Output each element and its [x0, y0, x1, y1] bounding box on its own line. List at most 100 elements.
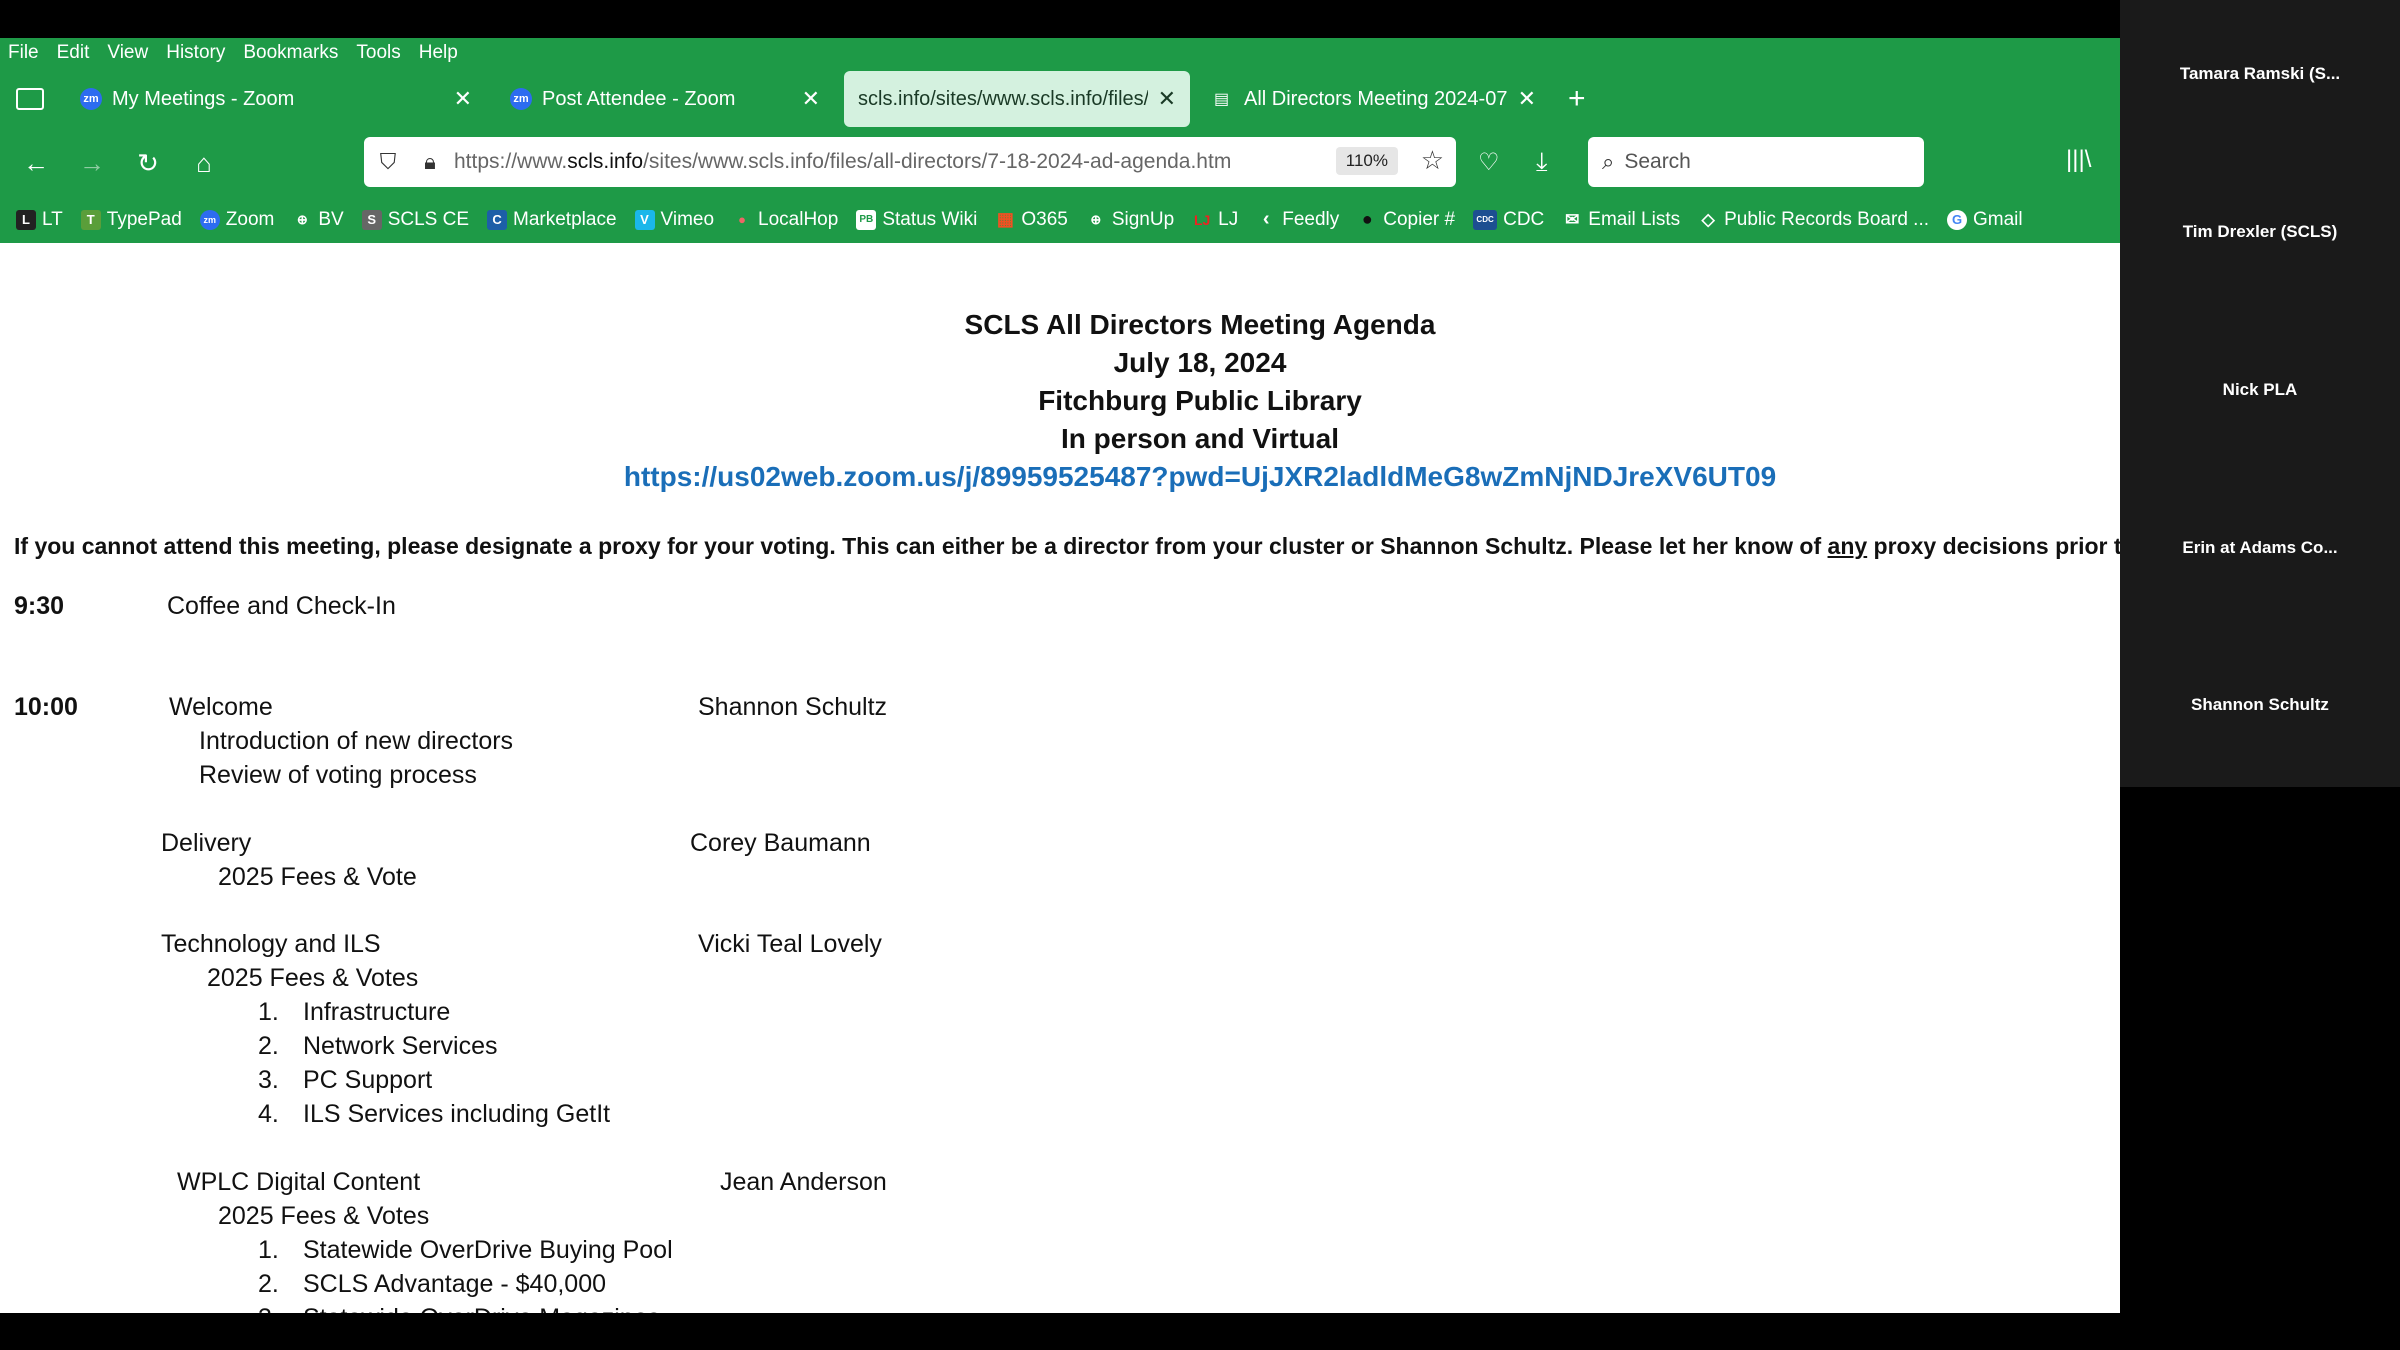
- list-item: PC Support: [303, 1066, 433, 1094]
- presenter-delivery: Corey Baumann: [690, 829, 871, 857]
- tab-post-attendee[interactable]: zm Post Attendee - Zoom ✕: [496, 71, 834, 127]
- home-icon[interactable]: ⌂: [184, 148, 224, 179]
- lt-icon: L: [16, 209, 36, 230]
- bookmark-lt[interactable]: L LT: [16, 209, 63, 231]
- status-wiki-icon: PB: [856, 209, 877, 230]
- menu-file[interactable]: File: [8, 42, 39, 64]
- bookmark-cdc[interactable]: CDC CDC: [1473, 209, 1544, 231]
- download-icon[interactable]: ⤓: [1536, 146, 1548, 178]
- close-icon[interactable]: ✕: [1518, 86, 1536, 112]
- bookmark-signup[interactable]: ⊕ SignUp: [1086, 209, 1174, 231]
- bookmark-public-records[interactable]: ◇ Public Records Board ...: [1698, 209, 1929, 231]
- bookmark-localhop[interactable]: ● LocalHop: [732, 209, 838, 231]
- bookmark-feedly[interactable]: ‹ Feedly: [1256, 208, 1339, 231]
- tab-my-meetings[interactable]: zm My Meetings - Zoom ✕: [66, 71, 486, 127]
- menu-help[interactable]: Help: [419, 42, 458, 64]
- gmail-icon: G: [1947, 209, 1967, 230]
- screen-bottom-border: [0, 1313, 2400, 1350]
- agenda-format: In person and Virtual: [1061, 423, 1339, 454]
- bookmark-typepad[interactable]: T TypePad: [80, 209, 182, 231]
- presenter-wplc: Jean Anderson: [720, 1168, 887, 1196]
- lock-icon[interactable]: 🔒︎: [412, 149, 448, 175]
- agenda-date: July 18, 2024: [1113, 347, 1287, 378]
- zoom-participants-panel: Tamara Ramski (S... Tim Drexler (SCLS) N…: [2120, 0, 2400, 787]
- url-text[interactable]: https://www.scls.info/sites/www.scls.inf…: [454, 150, 1231, 174]
- menu-tools[interactable]: Tools: [356, 42, 400, 64]
- list-number: 1.: [258, 998, 279, 1026]
- menu-edit[interactable]: Edit: [57, 42, 90, 64]
- back-icon[interactable]: ←: [16, 148, 56, 179]
- participant-tile[interactable]: Tim Drexler (SCLS): [2120, 222, 2400, 242]
- scls-ce-icon: S: [361, 209, 382, 230]
- menu-bar: File Edit View History Bookmarks Tools H…: [0, 38, 2120, 68]
- bookmark-email-lists[interactable]: ✉ Email Lists: [1562, 209, 1680, 231]
- close-icon[interactable]: ✕: [802, 86, 820, 112]
- bookmark-o365[interactable]: ▦ O365: [995, 209, 1068, 231]
- shield-icon[interactable]: ⛉: [370, 149, 406, 175]
- agenda-item-technology: Technology and ILS: [161, 930, 381, 958]
- marketplace-icon: C: [487, 209, 508, 230]
- agenda-title: SCLS All Directors Meeting Agenda: [964, 309, 1436, 340]
- tab-all-directors[interactable]: ▤ All Directors Meeting 2024-07 ✕: [1200, 71, 1550, 127]
- new-tab-icon[interactable]: +: [1568, 82, 1586, 116]
- bookmark-scls-ce[interactable]: S SCLS CE: [361, 209, 469, 231]
- bookmark-marketplace[interactable]: C Marketplace: [487, 209, 617, 231]
- tab-agenda-active[interactable]: scls.info/sites/www.scls.info/files/al ✕: [844, 71, 1190, 127]
- vimeo-icon: V: [634, 209, 655, 230]
- copier-icon: ●: [1361, 209, 1373, 229]
- bookmark-vimeo[interactable]: V Vimeo: [634, 209, 714, 231]
- email-icon: ✉: [1565, 209, 1580, 229]
- pocket-icon[interactable]: ♡: [1478, 148, 1500, 177]
- tab-list-icon[interactable]: [16, 88, 44, 110]
- forward-icon[interactable]: →: [72, 148, 112, 179]
- reload-icon[interactable]: ↻: [128, 148, 168, 179]
- list-item: Infrastructure: [303, 998, 451, 1026]
- menu-bookmarks[interactable]: Bookmarks: [243, 42, 338, 64]
- agenda-item-wplc: WPLC Digital Content: [177, 1168, 421, 1196]
- agenda-item-welcome: Welcome: [169, 693, 273, 721]
- search-input[interactable]: ⌕ Search: [1588, 137, 1924, 187]
- time-0930: 9:30: [14, 592, 65, 620]
- bookmark-gmail[interactable]: G Gmail: [1947, 209, 2023, 231]
- participant-tile[interactable]: Shannon Schultz: [2120, 695, 2400, 715]
- list-item: ILS Services including GetIt: [303, 1100, 611, 1128]
- public-records-icon: ◇: [1701, 209, 1715, 229]
- tab-label: Post Attendee - Zoom: [542, 87, 736, 110]
- bookmark-bv[interactable]: ⊕ BV: [292, 209, 344, 231]
- zoom-level-badge[interactable]: 110%: [1335, 147, 1398, 175]
- participant-tile[interactable]: Erin at Adams Co...: [2120, 538, 2400, 558]
- agenda-subitem-wplc-fees: 2025 Fees & Votes: [218, 1202, 430, 1230]
- bookmark-lj[interactable]: LJ LJ: [1192, 209, 1238, 231]
- close-icon[interactable]: ✕: [1158, 86, 1176, 112]
- navigation-bar: ← → ↻ ⌂ ⛉ 🔒︎ https://www.scls.info/sites…: [0, 130, 2120, 196]
- list-number: 3.: [258, 1066, 279, 1094]
- bookmark-status-wiki[interactable]: PB Status Wiki: [856, 209, 977, 231]
- list-number: 2.: [258, 1032, 279, 1060]
- bookmark-zoom[interactable]: zm Zoom: [199, 209, 274, 231]
- screen-top-border: [0, 0, 2120, 38]
- agenda-subitem-intro: Introduction of new directors: [199, 727, 514, 755]
- list-number: 4.: [258, 1100, 279, 1128]
- bookmark-star-icon[interactable]: ☆: [1421, 145, 1444, 176]
- search-icon: ⌕: [1602, 149, 1615, 174]
- menu-view[interactable]: View: [107, 42, 148, 64]
- list-item: Statewide OverDrive Magazines: [303, 1304, 660, 1313]
- agenda-item-coffee: Coffee and Check-In: [167, 592, 396, 620]
- list-item: SCLS Advantage - $40,000: [303, 1270, 607, 1298]
- globe-icon: ⊕: [296, 211, 308, 227]
- browser-chrome: File Edit View History Bookmarks Tools H…: [0, 38, 2120, 243]
- menu-history[interactable]: History: [166, 42, 225, 64]
- agenda-document: SCLS All Directors Meeting Agenda July 1…: [0, 243, 2120, 1313]
- zoom-meeting-link[interactable]: https://us02web.zoom.us/j/89959525487?pw…: [0, 461, 2120, 493]
- localhop-icon: ●: [738, 212, 746, 227]
- cdc-icon: CDC: [1473, 209, 1498, 230]
- address-bar[interactable]: ⛉ 🔒︎ https://www.scls.info/sites/www.scl…: [364, 137, 1456, 187]
- bookmark-copier[interactable]: ● Copier #: [1357, 209, 1455, 231]
- presenter-welcome: Shannon Schultz: [698, 693, 888, 721]
- globe-icon: ⊕: [1090, 211, 1102, 227]
- library-icon[interactable]: |||\: [2066, 146, 2091, 174]
- participant-tile[interactable]: Tamara Ramski (S...: [2120, 64, 2400, 84]
- participant-tile[interactable]: Nick PLA: [2120, 380, 2400, 400]
- close-icon[interactable]: ✕: [454, 86, 472, 112]
- list-number: 3.: [258, 1304, 279, 1313]
